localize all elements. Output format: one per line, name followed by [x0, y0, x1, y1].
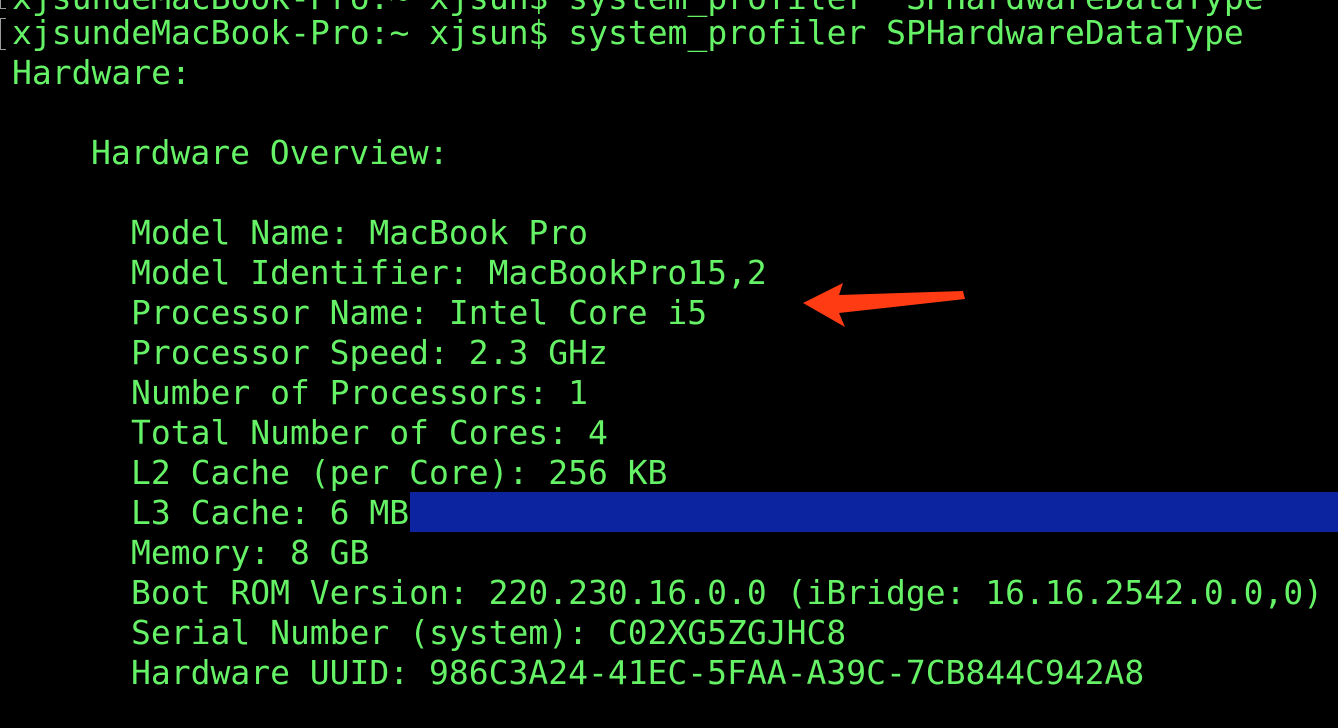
red-arrow-icon [803, 283, 965, 327]
output-line: Boot ROM Version: 220.230.16.0.0 (iBridg… [131, 573, 1324, 612]
overview-header: Hardware Overview: [91, 133, 449, 172]
output-line: L3 Cache: 6 MB [131, 493, 410, 532]
shell-prompt: xjsundeMacBook-Pro:~ xjsun$ [12, 13, 569, 52]
output-line: Hardware UUID: 986C3A24-41EC-5FAA-A39C-7… [131, 653, 1145, 692]
line-marker-icon [0, 0, 6, 9]
output-line: Model Name: MacBook Pro [131, 213, 588, 252]
output-line: Memory: 8 GB [131, 533, 370, 572]
output-line: Serial Number (system): C02XG5ZGJHC8 [131, 613, 847, 652]
text-selection-highlight [410, 492, 1338, 532]
output-line: Processor Name: Intel Core i5 [131, 293, 708, 332]
output-line: Total Number of Cores: 4 [131, 413, 608, 452]
output-line: Number of Processors: 1 [131, 373, 588, 412]
output-line: Model Identifier: MacBookPro15,2 [131, 253, 767, 292]
section-header: Hardware: [12, 53, 191, 92]
line-marker-icon [0, 18, 6, 50]
output-line: L2 Cache (per Core): 256 KB [131, 453, 668, 492]
command-text: system_profiler SPHardwareDataType [568, 13, 1244, 52]
command-line: xjsundeMacBook-Pro:~ xjsun$ system_profi… [12, 13, 1244, 53]
output-line: Processor Speed: 2.3 GHz [131, 333, 608, 372]
terminal-window[interactable]: xjsundeMacBook-Pro:~ xjsun$ system_profi… [0, 0, 1338, 728]
